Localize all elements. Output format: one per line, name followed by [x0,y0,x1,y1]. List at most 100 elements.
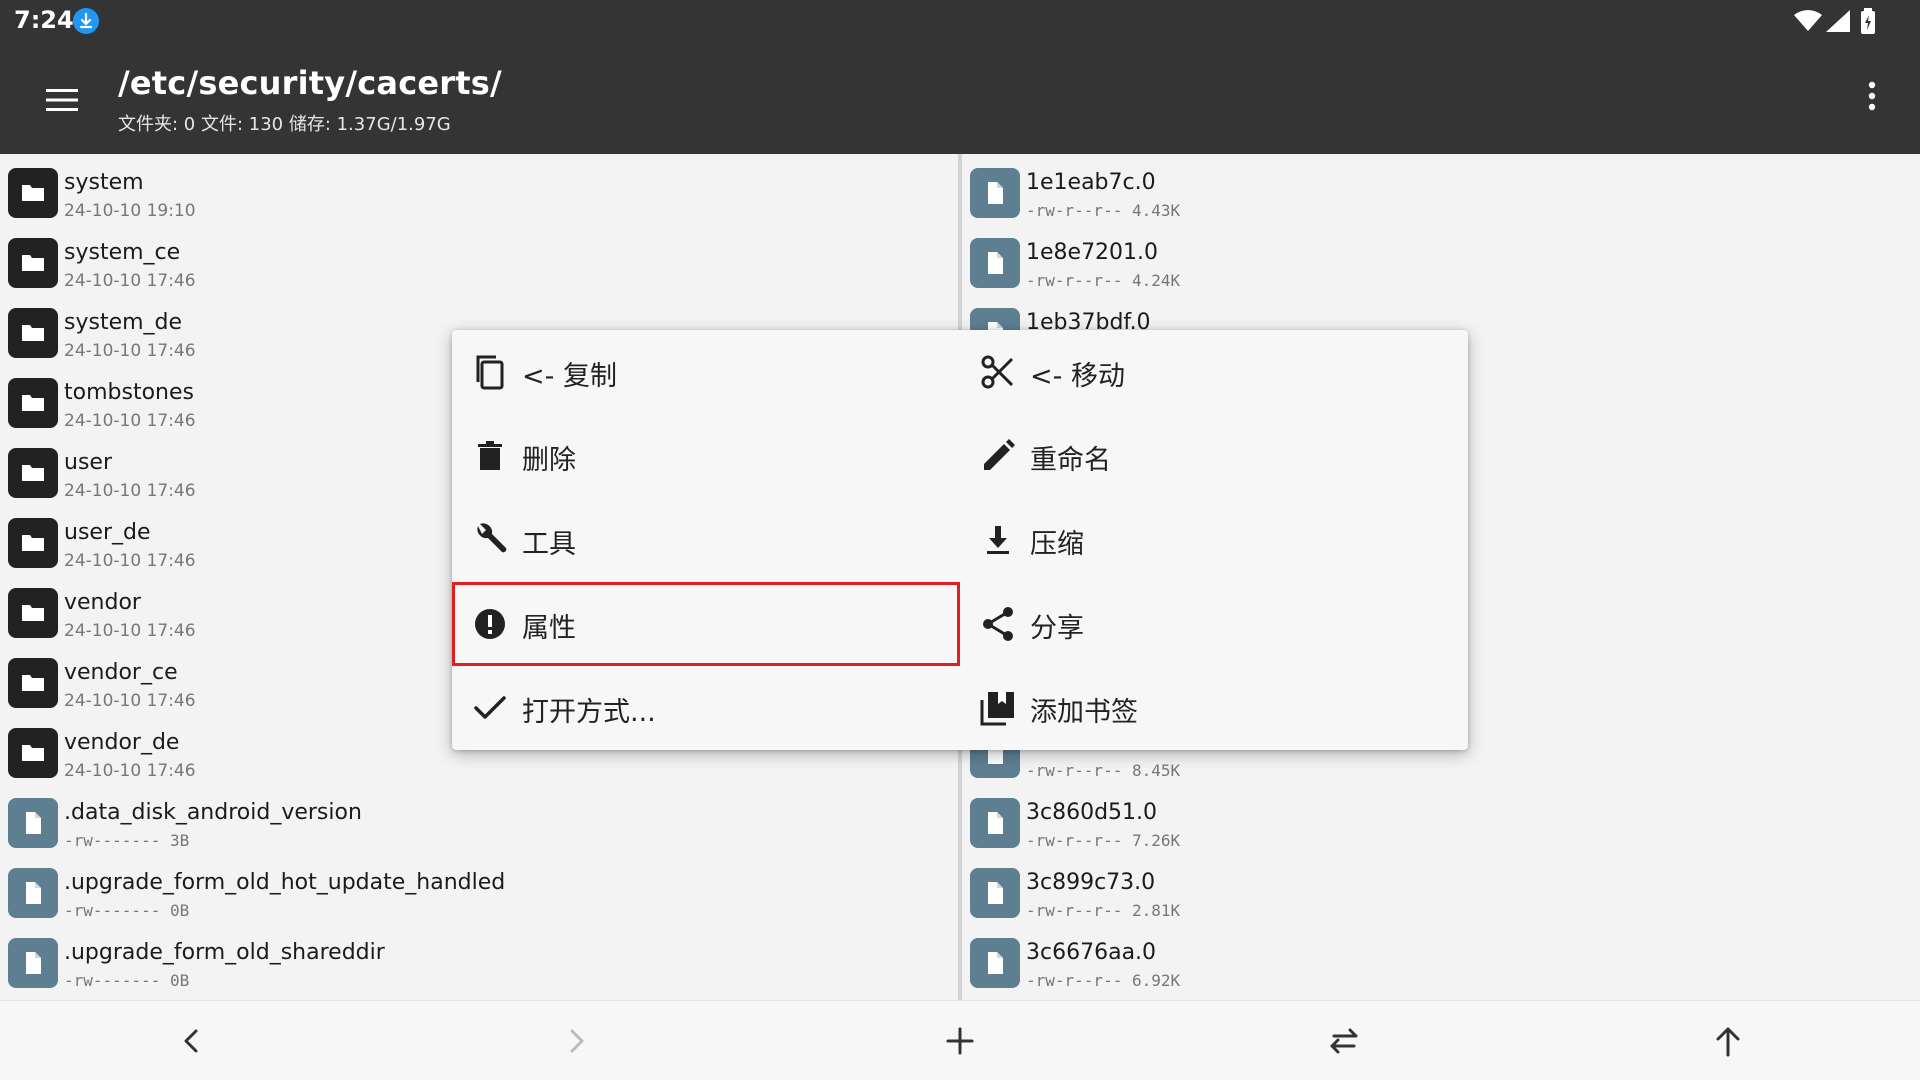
file-icon [8,868,58,918]
item-name: user_de [64,520,151,545]
file-icon [8,938,58,988]
menu-item-bookmark[interactable]: 添加书签 [960,666,1468,750]
item-date: 24-10-10 17:46 [64,551,196,571]
menu-item-label: 属性 [522,613,576,644]
item-permissions-size: -rw------- 3B [64,831,190,850]
menu-item-label: 删除 [522,445,576,476]
menu-item-label: 分享 [1030,613,1084,644]
file-row[interactable]: 3c860d51.0 -rw-r--r-- 7.26K [962,784,1920,854]
file-icon [970,238,1020,288]
item-name: .upgrade_form_old_shareddir [64,940,385,965]
bottom-nav-bar [0,1000,1920,1080]
hamburger-menu-icon[interactable] [42,80,82,120]
menu-item-pencil[interactable]: 重命名 [960,414,1468,498]
download-notification-icon [73,8,99,34]
file-row[interactable]: .upgrade_form_old_hot_update_handled -rw-… [0,854,958,924]
item-name: 3c860d51.0 [1026,800,1158,825]
item-name: 3c6676aa.0 [1026,940,1157,965]
item-name: .upgrade_form_old_hot_update_handled [64,870,506,895]
menu-item-copy[interactable]: <- 复制 [452,330,960,414]
item-permissions-size: -rw------- 0B [64,971,190,990]
folder-icon [8,378,58,428]
item-name: system [64,170,144,195]
folder-row[interactable]: system_ce 24-10-10 17:46 [0,224,958,294]
folder-icon [8,588,58,638]
file-icon [970,868,1020,918]
item-name: 1e8e7201.0 [1026,240,1159,265]
item-permissions-size: -rw-r--r-- 7.26K [1026,831,1181,850]
folder-row[interactable]: system 24-10-10 19:10 [0,154,958,224]
pencil-icon [978,436,1018,476]
share-icon [978,604,1018,644]
wrench-icon [470,520,510,560]
menu-item-check[interactable]: 打开方式... [452,666,960,750]
download-icon [978,520,1018,560]
item-name: vendor [64,590,141,615]
scissors-icon [978,352,1018,392]
folder-icon [8,168,58,218]
up-arrow-icon[interactable] [1708,1021,1748,1061]
file-row[interactable]: .upgrade_form_old_shareddir -rw------- 0B [0,924,958,994]
item-date: 24-10-10 19:10 [64,201,196,221]
item-date: 24-10-10 17:46 [64,761,196,781]
menu-item-label: 压缩 [1030,529,1084,560]
file-row[interactable]: 1e1eab7c.0 -rw-r--r-- 4.43K [962,154,1920,224]
item-permissions-size: -rw------- 0B [64,901,190,920]
item-date: 24-10-10 17:46 [64,271,196,291]
file-icon [970,798,1020,848]
item-date: 24-10-10 17:46 [64,341,196,361]
menu-item-wrench[interactable]: 工具 [452,498,960,582]
item-date: 24-10-10 17:46 [64,621,196,641]
item-name: user [64,450,112,475]
item-name: system_ce [64,240,181,265]
item-date: 24-10-10 17:46 [64,481,196,501]
menu-item-trash[interactable]: 删除 [452,414,960,498]
forward-arrow-icon[interactable] [556,1021,596,1061]
menu-item-share[interactable]: 分享 [960,582,1468,666]
file-row[interactable]: .data_disk_android_version -rw------- 3B [0,784,958,854]
status-time: 7:24 [14,6,74,34]
file-row[interactable]: 3c899c73.0 -rw-r--r-- 2.81K [962,854,1920,924]
item-name: vendor_de [64,730,180,755]
bookmark-icon [978,688,1018,728]
item-name: .data_disk_android_version [64,800,362,825]
wifi-icon [1794,10,1822,36]
file-icon [8,798,58,848]
file-row[interactable]: 1e8e7201.0 -rw-r--r-- 4.24K [962,224,1920,294]
item-name: tombstones [64,380,194,405]
check-icon [470,688,510,728]
folder-icon [8,518,58,568]
folder-icon [8,728,58,778]
folder-icon [8,658,58,708]
file-icon [970,168,1020,218]
menu-item-info[interactable]: 属性 [452,582,960,666]
menu-item-label: 重命名 [1030,445,1111,476]
item-permissions-size: -rw-r--r-- 2.81K [1026,901,1181,920]
storage-summary: 文件夹: 0 文件: 130 储存: 1.37G/1.97G [118,114,451,135]
info-icon [470,604,510,644]
back-arrow-icon[interactable] [172,1021,212,1061]
item-date: 24-10-10 17:46 [64,411,196,431]
menu-item-scissors[interactable]: <- 移动 [960,330,1468,414]
file-context-menu: <- 复制 <- 移动删除 重命名工具 压缩属性 分享打开方式... 添加书签 [452,330,1468,750]
folder-icon [8,238,58,288]
app-toolbar: /etc/security/cacerts/ 文件夹: 0 文件: 130 储存… [0,42,1920,154]
item-date: 24-10-10 17:46 [64,691,196,711]
more-options-icon[interactable] [1860,76,1884,116]
menu-item-label: <- 移动 [1030,361,1125,392]
menu-item-label: 打开方式... [522,697,656,728]
battery-icon [1860,8,1876,38]
add-icon[interactable] [940,1021,980,1061]
item-permissions-size: -rw-r--r-- 4.43K [1026,201,1181,220]
file-row[interactable]: 3c6676aa.0 -rw-r--r-- 6.92K [962,924,1920,994]
item-name: 1e1eab7c.0 [1026,170,1156,195]
item-name: system_de [64,310,183,335]
file-icon [970,938,1020,988]
menu-item-download[interactable]: 压缩 [960,498,1468,582]
signal-icon [1826,10,1850,36]
copy-icon [470,352,510,392]
item-permissions-size: -rw-r--r-- 4.24K [1026,271,1181,290]
swap-panes-icon[interactable] [1324,1021,1364,1061]
trash-icon [470,436,510,476]
status-bar: 7:24 [0,0,1920,42]
